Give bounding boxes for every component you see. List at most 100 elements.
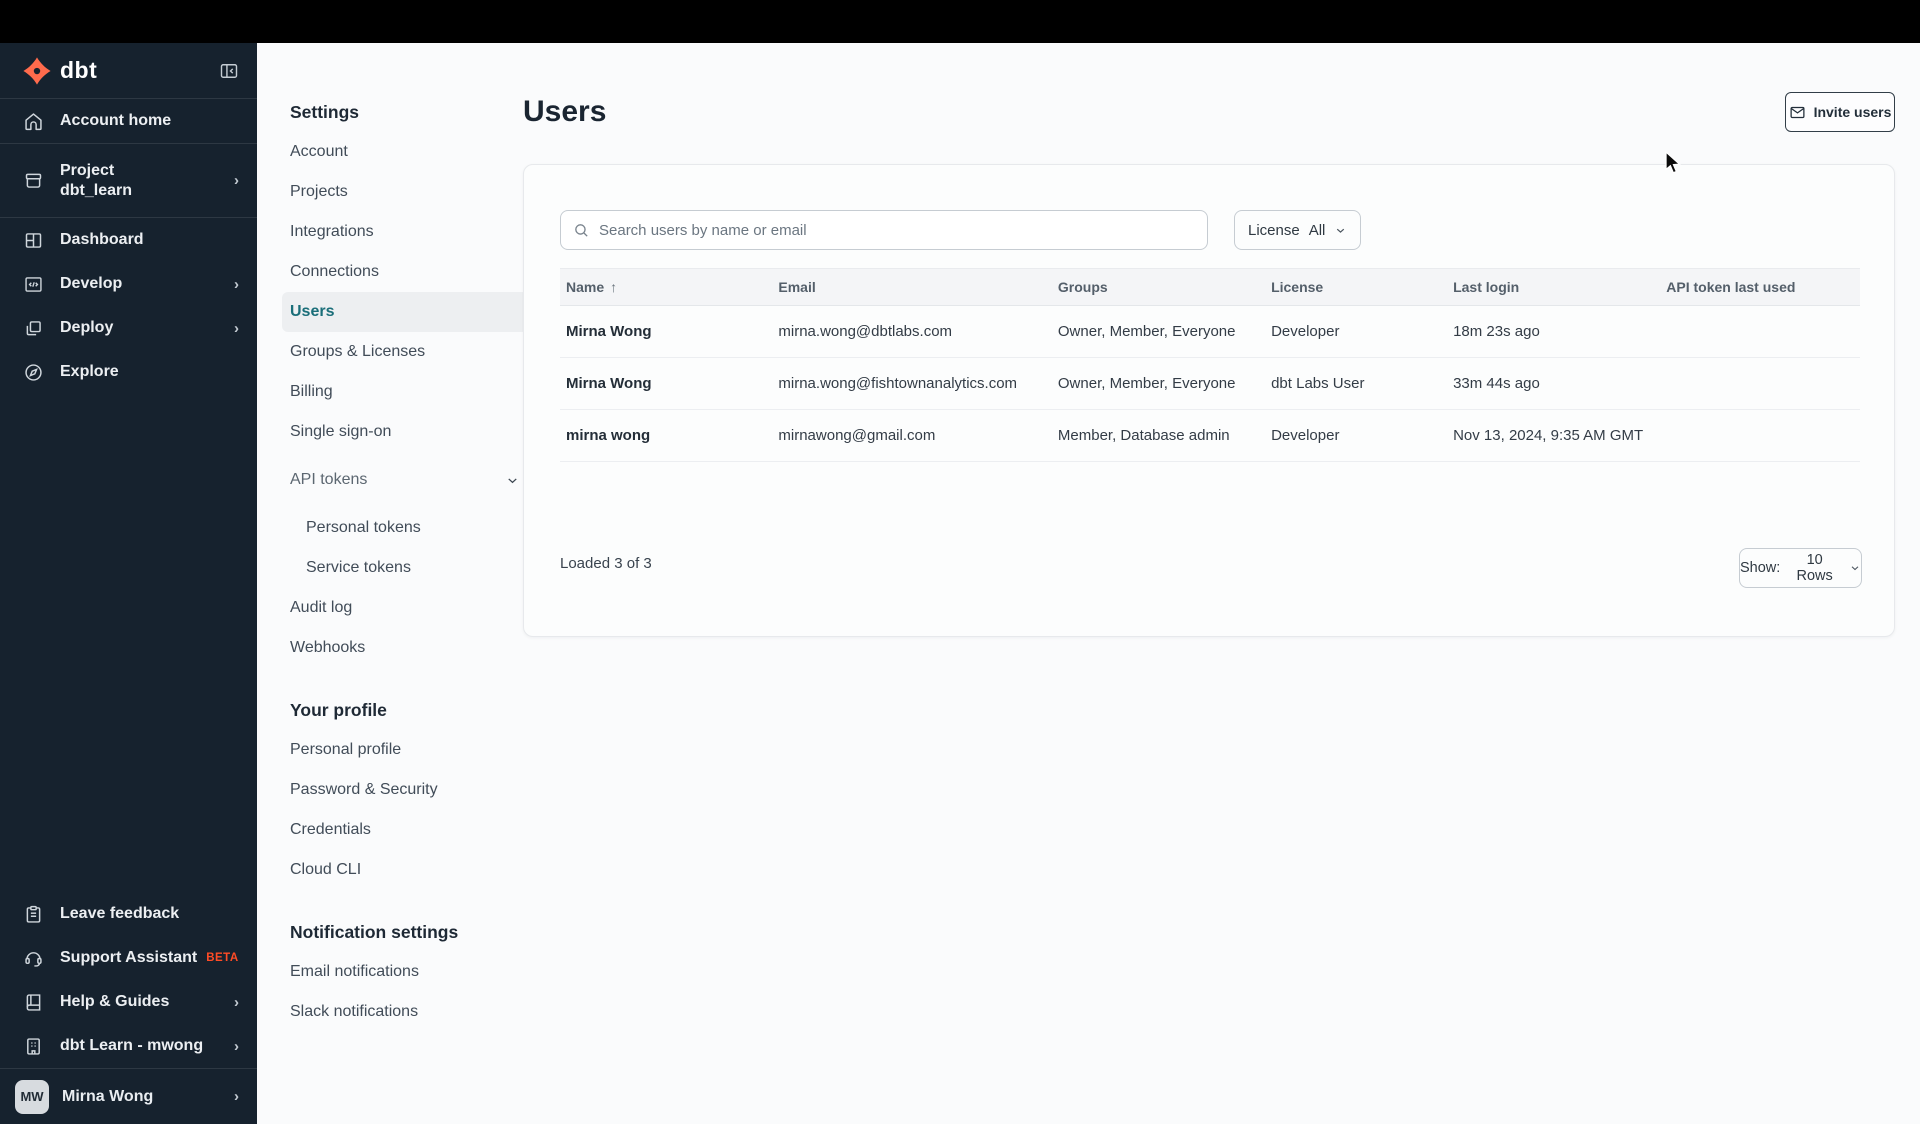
sidebar-item-leave-feedback[interactable]: Leave feedback xyxy=(0,892,257,936)
settings-nav-slack-notifications[interactable]: Slack notifications xyxy=(282,992,528,1032)
settings-nav-personal-tokens[interactable]: Personal tokens xyxy=(282,508,528,548)
sidebar-user-menu[interactable]: MW Mirna Wong › xyxy=(0,1069,257,1124)
column-header-email[interactable]: Email xyxy=(778,279,1058,295)
beta-badge: BETA xyxy=(206,952,239,964)
sidebar-item-org-switcher[interactable]: dbt Learn - mwong › xyxy=(0,1024,257,1068)
envelope-icon xyxy=(1789,104,1806,121)
sidebar-item-label: Help & Guides xyxy=(60,993,170,1010)
sidebar-item-support-assistant[interactable]: Support Assistant BETA xyxy=(0,936,257,980)
column-header-last-login[interactable]: Last login xyxy=(1453,279,1666,295)
notification-settings-heading: Notification settings xyxy=(290,921,459,942)
project-icon xyxy=(22,170,44,191)
column-header-api-token-last-used[interactable]: API token last used xyxy=(1666,279,1860,295)
chevron-down-icon xyxy=(1334,224,1347,237)
settings-nav-account[interactable]: Account xyxy=(282,132,528,172)
rows-per-page-dropdown[interactable]: Show: 10 Rows xyxy=(1739,548,1862,588)
explore-compass-icon xyxy=(22,362,44,383)
api-tokens-label: API tokens xyxy=(290,471,368,488)
cell-last-login: 18m 23s ago xyxy=(1453,323,1540,340)
settings-nav-connections[interactable]: Connections xyxy=(282,252,528,292)
logo-wordmark: dbt xyxy=(60,57,98,83)
sidebar-item-project[interactable]: Project dbt_learn › xyxy=(0,144,257,217)
settings-heading: Settings xyxy=(290,101,360,122)
sidebar-item-dashboard[interactable]: Dashboard xyxy=(0,218,257,262)
column-header-license[interactable]: License xyxy=(1271,279,1453,295)
logo-row: dbt xyxy=(0,43,257,98)
headset-icon xyxy=(22,948,44,969)
deploy-icon xyxy=(22,318,44,339)
settings-nav-email-notifications[interactable]: Email notifications xyxy=(282,952,528,992)
chevron-right-icon: › xyxy=(234,275,239,293)
collapse-sidebar-icon[interactable] xyxy=(219,61,239,81)
project-label: Project xyxy=(60,161,115,179)
develop-icon xyxy=(22,274,44,295)
table-row[interactable]: mirna wong mirnawong@gmail.com Member, D… xyxy=(560,410,1860,462)
settings-nav-webhooks[interactable]: Webhooks xyxy=(282,628,528,668)
cell-groups: Owner, Member, Everyone xyxy=(1057,375,1236,392)
license-filter-dropdown[interactable]: License All xyxy=(1234,210,1362,250)
cell-email: mirnawong@gmail.com xyxy=(778,427,936,444)
invite-users-label: Invite users xyxy=(1813,104,1892,120)
clipboard-icon xyxy=(22,904,44,925)
settings-nav-cloud-cli[interactable]: Cloud CLI xyxy=(282,850,528,890)
license-filter-value: All xyxy=(1308,221,1326,239)
license-filter-label: License xyxy=(1248,221,1300,239)
user-search xyxy=(560,210,1208,250)
search-icon xyxy=(573,222,590,239)
table-row[interactable]: Mirna Wong mirna.wong@fishtownanalytics.… xyxy=(560,358,1860,410)
sidebar-item-explore[interactable]: Explore xyxy=(0,350,257,394)
sidebar-item-label: Deploy xyxy=(60,319,114,336)
table-header: Name ↑ Email Groups License Last login AP… xyxy=(560,268,1860,306)
settings-nav-credentials[interactable]: Credentials xyxy=(282,810,528,850)
cell-name: mirna wong xyxy=(566,427,651,444)
invite-users-button[interactable]: Invite users xyxy=(1785,92,1895,132)
chevron-right-icon: › xyxy=(234,1088,239,1105)
chevron-down-icon xyxy=(1849,562,1861,574)
table-row[interactable]: Mirna Wong mirna.wong@dbtlabs.com Owner,… xyxy=(560,306,1860,358)
settings-nav-personal-profile[interactable]: Personal profile xyxy=(282,730,528,770)
sidebar-item-account-home[interactable]: Account home xyxy=(0,99,257,143)
chevron-down-icon xyxy=(505,473,520,488)
top-black-bar xyxy=(0,0,1920,43)
settings-nav-single-sign-on[interactable]: Single sign-on xyxy=(282,412,528,452)
sidebar-item-label: dbt Learn - mwong xyxy=(60,1037,204,1054)
sidebar-item-deploy[interactable]: Deploy › xyxy=(0,306,257,350)
sidebar-item-label: Develop xyxy=(60,275,123,292)
sidebar-item-help-guides[interactable]: Help & Guides › xyxy=(0,980,257,1024)
cell-groups: Member, Database admin xyxy=(1057,427,1230,444)
cell-name: Mirna Wong xyxy=(566,375,652,392)
dashboard-icon xyxy=(22,230,44,251)
settings-nav-billing[interactable]: Billing xyxy=(282,372,528,412)
sort-asc-icon: ↑ xyxy=(610,279,618,295)
sidebar-item-label: Dashboard xyxy=(60,231,144,248)
your-profile-heading: Your profile xyxy=(290,699,387,720)
loaded-status: Loaded 3 of 3 xyxy=(560,555,652,572)
project-name: dbt_learn xyxy=(60,181,133,199)
settings-nav-service-tokens[interactable]: Service tokens xyxy=(282,548,528,588)
settings-nav-api-tokens[interactable]: API tokens xyxy=(282,460,528,500)
cell-email: mirna.wong@fishtownanalytics.com xyxy=(778,375,1018,392)
users-card: License All Name↑ Email Groups License L… xyxy=(523,164,1895,637)
column-header-name[interactable]: Name ↑ xyxy=(560,279,778,295)
cell-last-login: 33m 44s ago xyxy=(1453,375,1540,392)
settings-nav: Settings Account Projects Integrations C… xyxy=(282,43,528,1032)
cell-license: Developer xyxy=(1271,323,1340,340)
cell-license: Developer xyxy=(1271,427,1340,444)
user-name: Mirna Wong xyxy=(62,1087,154,1105)
settings-nav-integrations[interactable]: Integrations xyxy=(282,212,528,252)
settings-nav-groups-licenses[interactable]: Groups & Licenses xyxy=(282,332,528,372)
chevron-right-icon: › xyxy=(234,993,239,1011)
chevron-right-icon: › xyxy=(234,319,239,337)
settings-nav-users[interactable]: Users xyxy=(282,292,528,332)
settings-nav-projects[interactable]: Projects xyxy=(282,172,528,212)
sidebar-item-develop[interactable]: Develop › xyxy=(0,262,257,306)
sidebar-item-label: Support Assistant xyxy=(60,949,198,966)
chevron-right-icon: › xyxy=(234,172,239,189)
users-table: Name ↑ Email Groups License Last login AP… xyxy=(560,268,1860,462)
search-input[interactable] xyxy=(599,221,1195,239)
column-header-groups[interactable]: Groups xyxy=(1058,279,1271,295)
settings-nav-audit-log[interactable]: Audit log xyxy=(282,588,528,628)
app-sidebar: dbt Account home Project dbt_learn › Das… xyxy=(0,43,257,1124)
settings-nav-password-security[interactable]: Password & Security xyxy=(282,770,528,810)
sidebar-item-label: Explore xyxy=(60,363,119,380)
